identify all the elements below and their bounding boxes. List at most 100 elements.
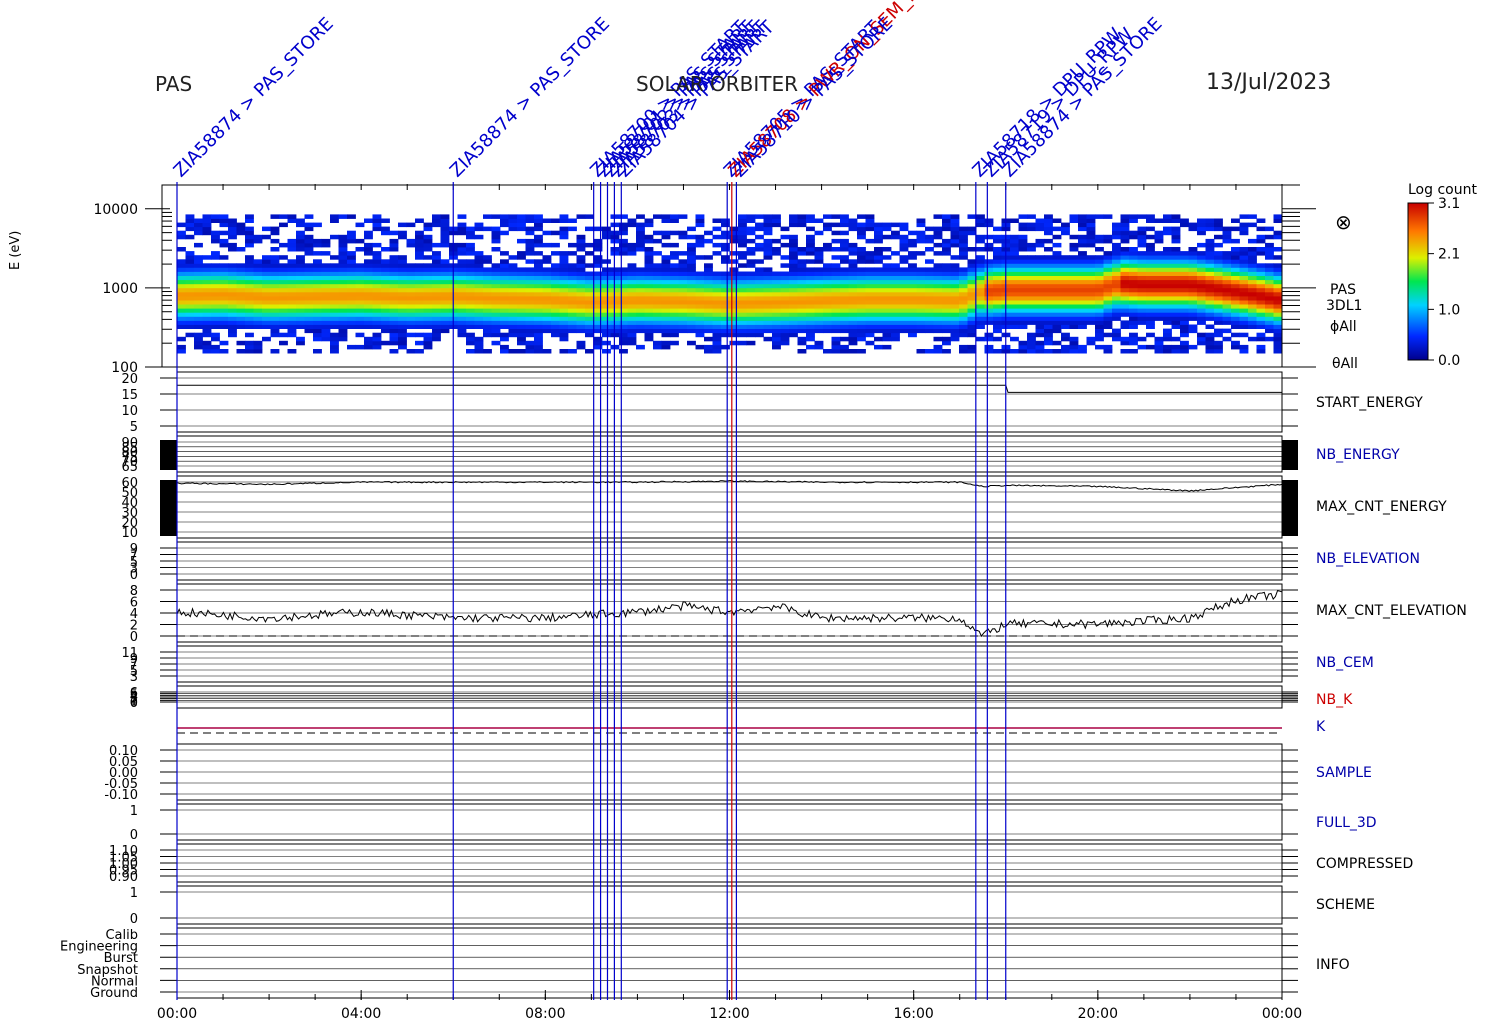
spectrogram-cell (874, 287, 883, 293)
spectrogram-cell (653, 283, 662, 289)
spectrogram-cell (1129, 267, 1138, 272)
spectrogram-cell (1222, 226, 1232, 232)
spectrogram-cell (491, 320, 501, 325)
spectrogram-cell (993, 291, 1002, 297)
spectrogram-cell (967, 344, 977, 350)
spectrogram-cell (933, 296, 943, 301)
spectrogram-cell (219, 287, 229, 293)
spectrogram-cell (194, 218, 203, 223)
spectrogram-cell (1197, 218, 1206, 223)
spectrogram-cell (1052, 287, 1062, 293)
spectrogram-cell (814, 230, 824, 236)
spectrogram-cell (746, 328, 756, 334)
time-tick-label: 00:00 (157, 1006, 197, 1020)
spectrogram-cell (1069, 287, 1079, 293)
spectrogram-cell (347, 271, 356, 276)
spectrogram-cell (364, 267, 373, 272)
spectrogram-cell (1027, 255, 1036, 260)
spectrogram-cell (857, 251, 866, 256)
spectrogram-cell (653, 340, 662, 346)
spectrogram-cell (984, 349, 994, 354)
spectrogram-cell (687, 287, 696, 293)
spectrogram-cell (457, 279, 467, 285)
spectrogram-cell (950, 332, 960, 338)
spectrogram-cell (559, 349, 569, 354)
spectrogram-cell (1205, 238, 1215, 244)
spectrogram-cell (967, 332, 977, 338)
spectrogram-cell (194, 332, 203, 338)
spectrogram-cell (840, 328, 849, 334)
spectrogram-cell (185, 316, 195, 321)
spectrogram-cell (1146, 279, 1155, 285)
spectrogram-cell (313, 296, 322, 301)
spectrogram-cell (457, 304, 467, 309)
spectrogram-cell (721, 320, 730, 325)
spectrogram-cell (882, 316, 892, 321)
spectrogram-cell (712, 275, 722, 281)
spectrogram-cell (542, 296, 552, 301)
spectrogram-cell (1078, 222, 1087, 228)
panel-tick-label: 0 (130, 828, 138, 843)
panel-tick-label: 0.90 (109, 870, 138, 885)
spectrogram-cell (457, 320, 467, 325)
spectrogram-cell (899, 287, 909, 293)
spectrogram-cell (1205, 251, 1215, 256)
spectrogram-cell (780, 332, 790, 338)
spectrogram-cell (848, 283, 858, 289)
spectrogram-cell (627, 296, 637, 301)
spectrogram-cell (1163, 300, 1172, 305)
spectrogram-cell (602, 349, 611, 354)
spectrogram-cell (602, 328, 611, 334)
spectrogram-cell (177, 308, 186, 313)
spectrogram-cell (1018, 316, 1028, 321)
spectrogram-cell (474, 234, 484, 240)
spectrogram-cell (1163, 267, 1172, 272)
spectrogram-cell (814, 300, 824, 305)
spectrogram-cell (636, 296, 645, 301)
spectrogram-cell (1231, 291, 1240, 297)
spectrogram-cell (1197, 308, 1206, 313)
spectrogram-cell (1146, 344, 1155, 350)
spectrogram-cell (372, 300, 382, 305)
spectrogram-cell (687, 275, 696, 281)
spectrogram-cell (1112, 283, 1121, 289)
spectrogram-cell (1137, 271, 1147, 276)
spectrogram-cell (959, 283, 968, 289)
spectrogram-cell (432, 287, 441, 293)
panel-tick-label: 0 (130, 568, 138, 583)
spectrogram-cell (882, 291, 892, 297)
spectrogram-cell (1248, 238, 1257, 244)
spectrogram-cell (653, 238, 662, 244)
spectrogram-cell (381, 316, 390, 321)
spectrogram-cell (500, 283, 509, 289)
spectrogram-cell (763, 222, 773, 228)
spectrogram-cell (1214, 332, 1223, 338)
spectrogram-cell (950, 279, 960, 285)
spectrogram-cell (916, 304, 926, 309)
spectrogram-cell (976, 222, 985, 228)
spectrogram-cell (1205, 222, 1215, 228)
spectrogram-cell (678, 259, 688, 264)
spectrogram-cell (1146, 263, 1155, 268)
spectrogram-cell (177, 271, 186, 276)
spectrogram-cell (304, 214, 314, 219)
spectrogram-cell (1163, 271, 1172, 276)
spectrogram-cell (466, 308, 475, 313)
spectrogram-cell (1273, 230, 1283, 236)
spectrogram-cell (1078, 324, 1087, 329)
spectrogram-cell (916, 324, 926, 329)
spectrogram-cell (1265, 271, 1274, 276)
spectrogram-cell (1154, 267, 1164, 272)
spectrogram-cell (1044, 267, 1053, 272)
spectrogram-cell (534, 218, 543, 223)
spectrogram-cell (381, 287, 390, 293)
spectrogram-cell (916, 316, 926, 321)
spectrogram-cell (1171, 300, 1181, 305)
spectrogram-cell (1180, 300, 1189, 305)
spectrogram-cell (857, 324, 866, 329)
spectrogram-cell (1018, 320, 1028, 325)
spectrogram-cell (270, 312, 280, 317)
spectrogram-cell (1044, 275, 1053, 281)
spectrogram-cell (279, 279, 288, 285)
spectrogram-cell (313, 259, 322, 264)
